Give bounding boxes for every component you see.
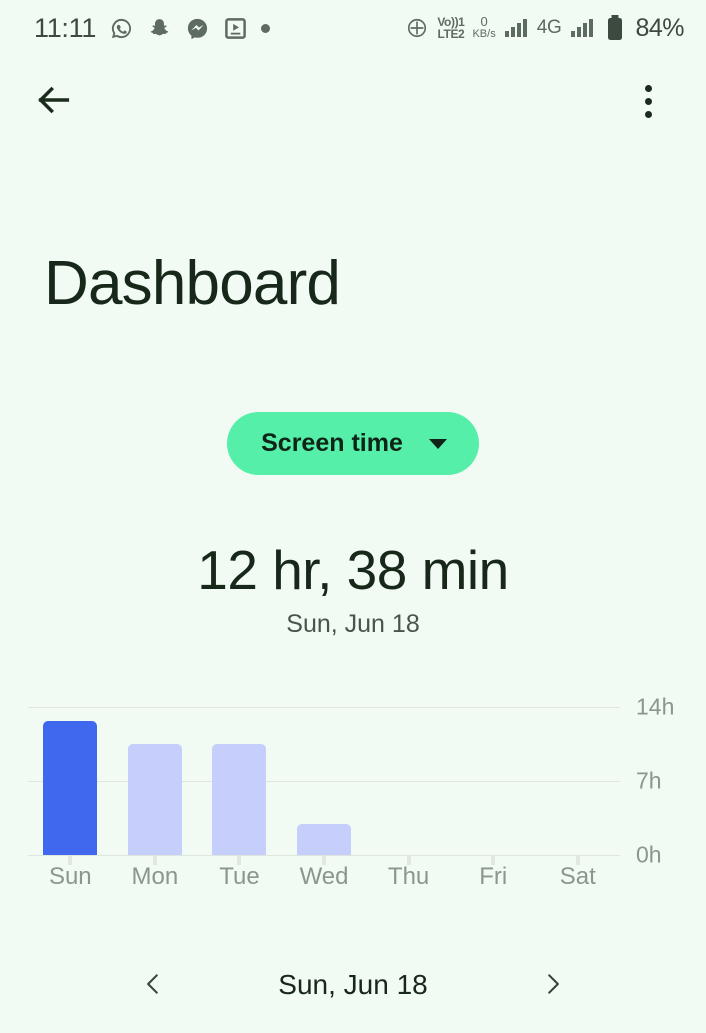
y-tick-label: 14h <box>636 693 675 720</box>
overflow-menu-button[interactable] <box>622 75 674 127</box>
chart-bars <box>28 690 620 865</box>
screen-time-filter-chip[interactable]: Screen time <box>227 412 479 475</box>
network-speed-value: 0 <box>480 14 488 30</box>
back-arrow-icon <box>34 80 74 123</box>
chart-bar-wed[interactable] <box>297 824 351 855</box>
date-navigator: Sun, Jun 18 <box>0 955 706 1015</box>
x-label-mon[interactable]: Mon <box>113 863 198 891</box>
x-label-wed[interactable]: Wed <box>282 863 367 891</box>
whatsapp-icon <box>109 16 134 41</box>
more-notifications-dot <box>261 23 271 33</box>
location-icon <box>404 16 429 41</box>
battery-icon <box>602 15 627 41</box>
y-tick-label: 7h <box>636 767 662 794</box>
chart-x-axis-labels: Sun Mon Tue Wed Thu Fri Sat <box>28 863 620 891</box>
signal-bars-sim2-icon <box>569 16 594 41</box>
app-bar <box>0 62 706 140</box>
battery-percentage: 84% <box>635 13 684 42</box>
x-label-thu[interactable]: Thu <box>366 863 451 891</box>
network-speed-indicator: 0 KB/s <box>472 15 495 40</box>
chart-bar-tue[interactable] <box>212 743 267 855</box>
status-bar-left: 11:11 <box>34 12 271 44</box>
back-button[interactable] <box>28 75 80 127</box>
next-day-button[interactable] <box>518 955 588 1015</box>
x-label-sun[interactable]: Sun <box>28 863 113 891</box>
current-date-label: Sun, Jun 18 <box>278 969 428 1000</box>
chevron-left-icon <box>140 969 166 1002</box>
chevron-down-icon <box>428 438 447 449</box>
status-bar: 11:11 Vo))1 LTE2 0 KB/s 4G 84% <box>0 0 706 56</box>
y-tick-label: 0h <box>636 841 662 868</box>
filter-chip-container: Screen time <box>0 412 706 475</box>
summary-date: Sun, Jun 18 <box>286 610 420 638</box>
x-label-tue[interactable]: Tue <box>197 863 282 891</box>
snapchat-icon <box>147 16 172 41</box>
chevron-right-icon <box>540 969 566 1002</box>
total-screen-time: 12 hr, 38 min <box>197 539 509 601</box>
signal-bars-sim1-icon <box>504 16 529 41</box>
more-vertical-icon <box>644 84 652 118</box>
volte-line2: LTE2 <box>437 27 465 41</box>
x-label-sat[interactable]: Sat <box>535 863 620 891</box>
network-type-label: 4G <box>536 17 562 38</box>
dashboard-screen: 11:11 Vo))1 LTE2 0 KB/s 4G 84% Dashboard… <box>0 0 706 1033</box>
network-speed-unit: KB/s <box>472 28 496 41</box>
page-title: Dashboard <box>44 249 341 318</box>
chart-bar-sun[interactable] <box>43 721 98 855</box>
status-bar-right: Vo))1 LTE2 0 KB/s 4G 84% <box>404 14 684 43</box>
video-player-icon <box>223 16 248 41</box>
x-label-fri[interactable]: Fri <box>451 863 536 891</box>
previous-day-button[interactable] <box>118 955 188 1015</box>
status-clock: 11:11 <box>34 12 97 43</box>
chart-bar-mon[interactable] <box>127 743 182 855</box>
volte-indicator: Vo))1 LTE2 <box>437 16 465 41</box>
messenger-icon <box>185 16 210 41</box>
filter-chip-label: Screen time <box>261 429 403 457</box>
screen-time-bar-chart: 0h 7h 14h <box>0 690 706 875</box>
